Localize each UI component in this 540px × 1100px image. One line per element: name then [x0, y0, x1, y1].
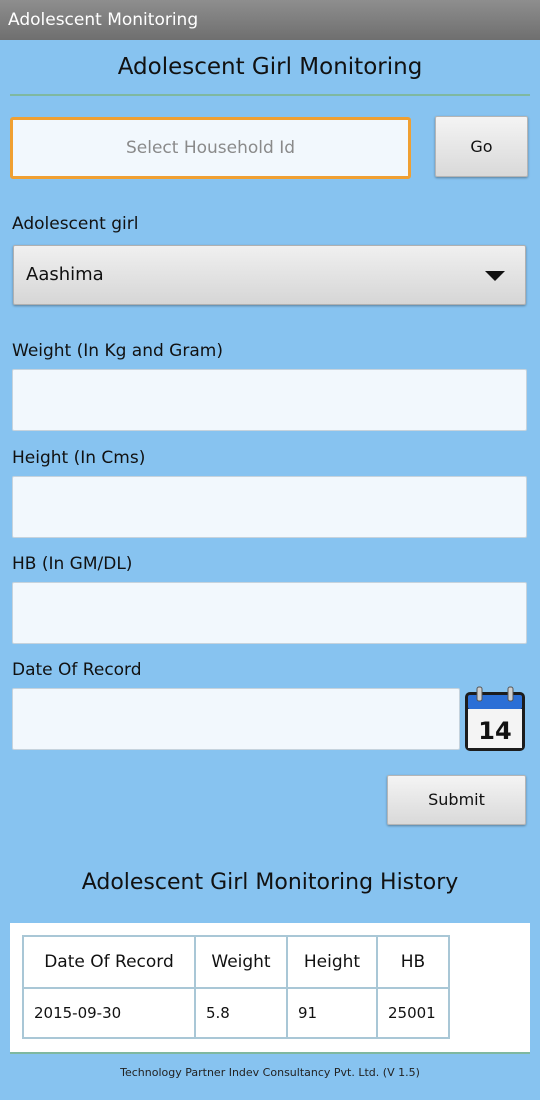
adolescent-girl-selected: Aashima — [26, 264, 104, 285]
title-divider — [10, 94, 530, 96]
footer-text: Technology Partner Indev Consultancy Pvt… — [120, 1066, 420, 1079]
page-title: Adolescent Girl Monitoring — [117, 54, 423, 80]
date-of-record-input[interactable] — [12, 688, 460, 750]
submit-button[interactable]: Submit — [387, 775, 526, 825]
cell-height: 91 — [286, 987, 378, 1039]
cell-date: 2015-09-30 — [22, 987, 196, 1039]
height-label: Height (In Cms) — [12, 448, 146, 468]
household-id-input[interactable] — [10, 117, 411, 179]
history-header-row: Date Of Record Weight Height HB — [22, 935, 450, 989]
weight-label: Weight (In Kg and Gram) — [12, 341, 223, 361]
cell-hb: 25001 — [376, 987, 450, 1039]
app-title: Adolescent Monitoring — [8, 10, 199, 30]
calendar-icon[interactable]: 14 — [464, 686, 526, 752]
history-divider — [10, 1052, 530, 1054]
column-header-height: Height — [286, 935, 378, 989]
calendar-icon-graphic: 14 — [465, 686, 525, 751]
history-table: Date Of Record Weight Height HB 2015-09-… — [22, 935, 450, 1039]
dropdown-arrow-icon — [485, 271, 505, 281]
calendar-day: 14 — [478, 717, 511, 745]
go-button[interactable]: Go — [435, 116, 528, 177]
adolescent-girl-label: Adolescent girl — [12, 214, 139, 234]
adolescent-girl-select[interactable]: Aashima — [13, 245, 526, 305]
weight-input[interactable] — [12, 369, 527, 431]
hb-label: HB (In GM/DL) — [12, 554, 133, 574]
app-title-bar: Adolescent Monitoring — [0, 0, 540, 40]
column-header-hb: HB — [376, 935, 450, 989]
hb-input[interactable] — [12, 582, 527, 644]
column-header-weight: Weight — [194, 935, 288, 989]
date-of-record-label: Date Of Record — [12, 660, 142, 680]
cell-weight: 5.8 — [194, 987, 288, 1039]
history-title: Adolescent Girl Monitoring History — [81, 870, 459, 895]
table-row: 2015-09-30 5.8 91 25001 — [22, 987, 450, 1039]
column-header-date: Date Of Record — [22, 935, 196, 989]
height-input[interactable] — [12, 476, 527, 538]
